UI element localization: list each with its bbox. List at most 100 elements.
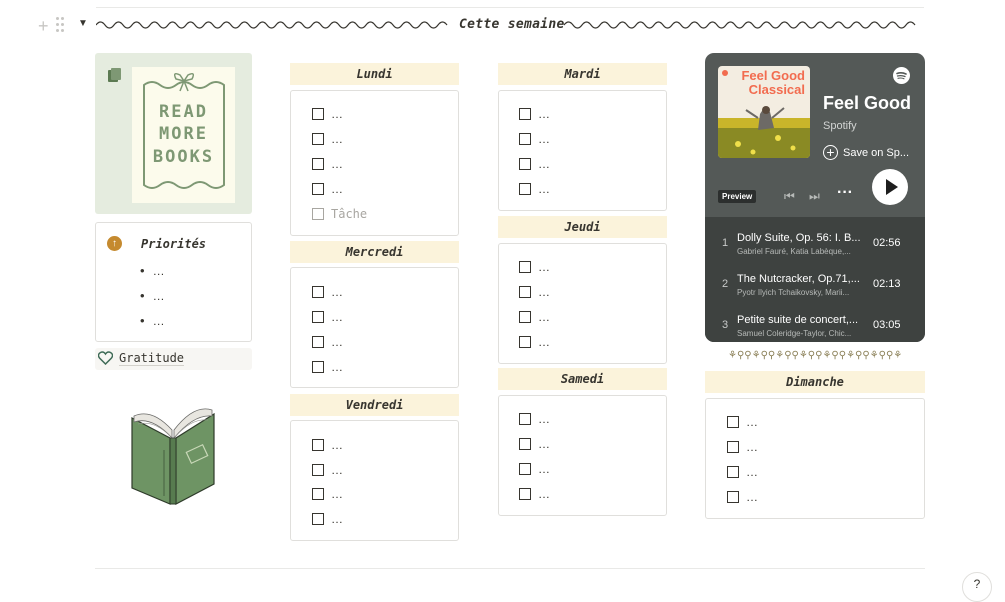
todo-item[interactable]: … [519,461,550,477]
todo-item[interactable]: … [312,511,343,527]
todo-text[interactable]: … [538,181,550,197]
todo-text[interactable]: … [331,106,343,122]
checkbox[interactable] [519,336,531,348]
checkbox[interactable] [312,286,324,298]
todo-item[interactable]: … [312,181,343,197]
checkbox[interactable] [312,464,324,476]
priority-item[interactable]: … [140,263,165,278]
todo-item[interactable]: … [519,309,550,325]
todo-text[interactable]: … [746,414,758,430]
todo-item[interactable]: … [727,464,758,480]
todo-item[interactable]: … [519,334,550,350]
todo-text[interactable]: … [538,309,550,325]
drag-handle-icon[interactable] [56,17,66,33]
todo-item[interactable]: … [519,131,550,147]
todo-text[interactable]: … [331,334,343,350]
priority-item[interactable]: … [140,313,165,328]
playlist-owner[interactable]: Spotify [823,120,857,132]
checkbox[interactable] [727,441,739,453]
playlist-title[interactable]: Feel Good [823,93,911,114]
play-icon[interactable] [872,169,908,205]
checkbox[interactable] [519,488,531,500]
todo-item[interactable]: … [312,437,343,453]
checkbox[interactable] [519,158,531,170]
todo-item[interactable]: … [519,156,550,172]
track-artist[interactable]: Pyotr Ilyich Tchaikovsky, Marii... [737,288,867,297]
todo-item[interactable]: … [312,334,343,350]
playlist-cover[interactable]: Feel Good Classical [718,66,810,158]
todo-placeholder[interactable]: Tâche [312,206,367,222]
track-artist[interactable]: Gabriel Fauré, Katia Labèque,... [737,247,867,256]
todo-item[interactable]: … [312,284,343,300]
previous-track-icon[interactable]: ⏮ [784,189,795,204]
checkbox[interactable] [312,439,324,451]
todo-text[interactable]: … [331,462,343,478]
todo-text[interactable]: … [331,437,343,453]
checkbox[interactable] [519,183,531,195]
spotify-embed[interactable]: Feel Good Classical Feel Good Spotify + S… [705,53,925,342]
todo-item[interactable]: … [727,414,758,430]
todo-item[interactable]: … [519,259,550,275]
next-track-icon[interactable]: ⏭ [809,189,820,204]
todo-text[interactable]: … [538,284,550,300]
track-title[interactable]: The Nutcracker, Op.71,... [737,273,867,285]
todo-item[interactable]: … [519,181,550,197]
todo-text[interactable]: … [331,156,343,172]
todo-text[interactable]: … [538,411,550,427]
todo-text[interactable]: … [331,181,343,197]
track-title[interactable]: Dolly Suite, Op. 56: I. B... [737,232,867,244]
todo-item[interactable]: … [312,359,343,375]
checkbox[interactable] [519,261,531,273]
todo-text[interactable]: … [331,359,343,375]
todo-text[interactable]: … [538,436,550,452]
todo-item[interactable]: … [727,439,758,455]
todo-item[interactable]: … [519,436,550,452]
todo-text[interactable]: … [746,439,758,455]
todo-item[interactable]: … [312,309,343,325]
todo-item[interactable]: … [312,156,343,172]
todo-text[interactable]: … [538,156,550,172]
checkbox[interactable] [519,311,531,323]
todo-text[interactable]: … [331,284,343,300]
todo-text[interactable]: … [538,334,550,350]
todo-item[interactable]: … [312,106,343,122]
todo-item[interactable]: … [519,106,550,122]
todo-text[interactable]: … [538,106,550,122]
todo-text[interactable]: … [538,486,550,502]
spotify-logo-icon[interactable] [893,67,910,84]
todo-placeholder-text[interactable]: Tâche [331,206,367,222]
checkbox[interactable] [312,183,324,195]
checkbox[interactable] [312,108,324,120]
help-icon[interactable]: ? [962,572,992,602]
checkbox[interactable] [312,488,324,500]
todo-item[interactable]: … [312,462,343,478]
track-title[interactable]: Petite suite de concert,... [737,314,867,326]
plus-icon[interactable]: + [38,16,49,36]
checkbox[interactable] [519,108,531,120]
todo-item[interactable]: … [519,284,550,300]
todo-text[interactable]: … [538,259,550,275]
todo-text[interactable]: … [331,511,343,527]
checkbox[interactable] [312,513,324,525]
save-on-spotify-button[interactable]: + Save on Sp... [823,145,909,160]
checkbox[interactable] [727,416,739,428]
checkbox[interactable] [312,133,324,145]
todo-item[interactable]: … [519,486,550,502]
toggle-triangle-icon[interactable]: ▼ [78,18,88,29]
checkbox[interactable] [727,491,739,503]
todo-text[interactable]: … [746,489,758,505]
priority-item[interactable]: … [140,288,165,303]
checkbox[interactable] [519,463,531,475]
checkbox[interactable] [312,311,324,323]
track-artist[interactable]: Samuel Coleridge-Taylor, Chic... [737,329,867,338]
checkbox[interactable] [519,413,531,425]
checkbox[interactable] [519,286,531,298]
todo-text[interactable]: … [538,461,550,477]
checkbox[interactable] [519,133,531,145]
todo-text[interactable]: … [331,309,343,325]
todo-item[interactable]: … [519,411,550,427]
todo-item[interactable]: … [727,489,758,505]
todo-text[interactable]: … [746,464,758,480]
todo-item[interactable]: … [312,131,343,147]
todo-item[interactable]: … [312,486,343,502]
